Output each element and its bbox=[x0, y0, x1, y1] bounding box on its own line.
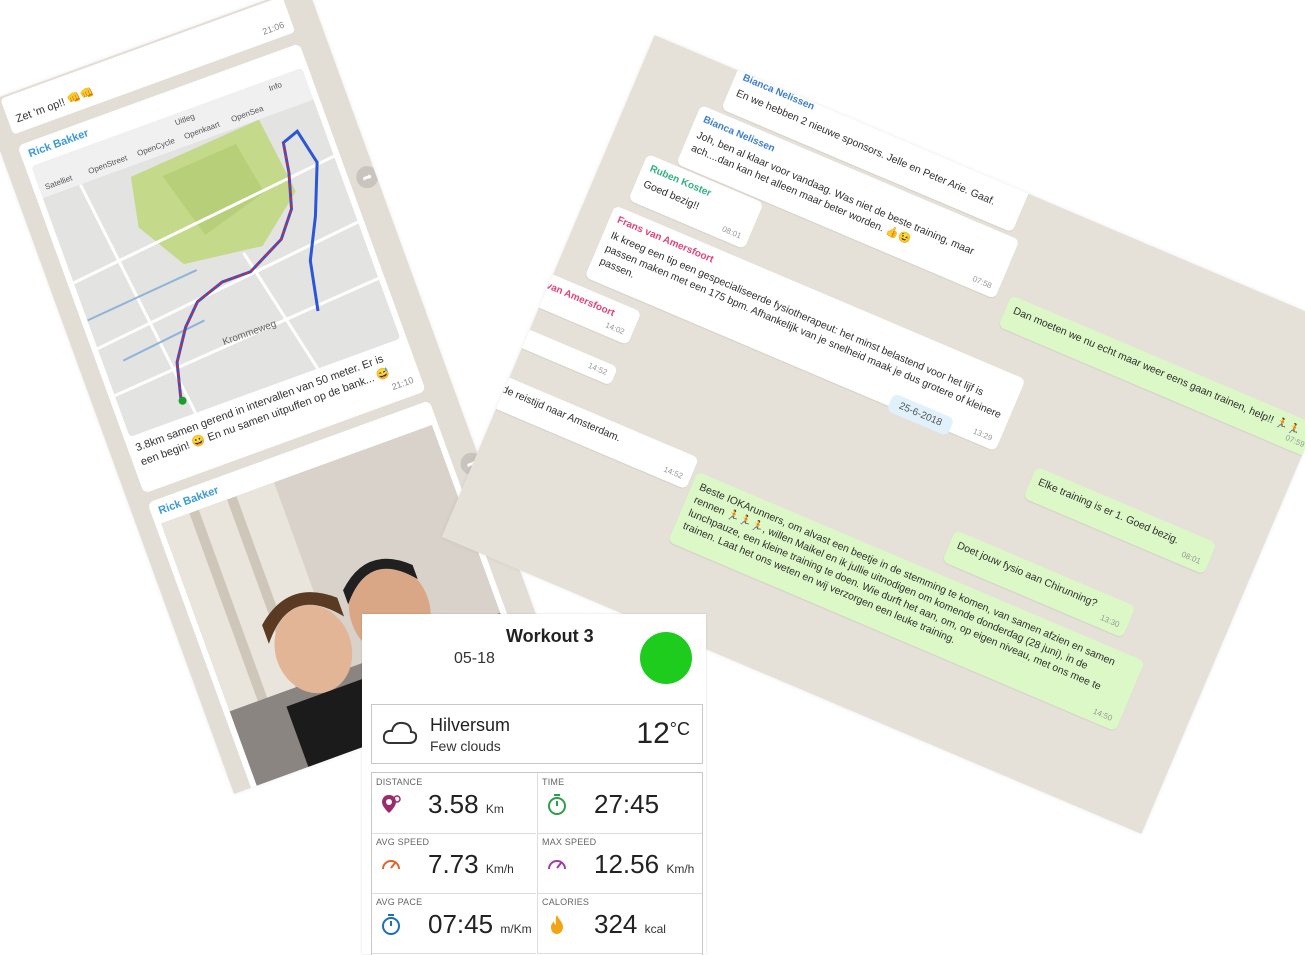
stat-value: 3.58 bbox=[428, 789, 479, 819]
weather-temperature: 12°C bbox=[636, 717, 690, 751]
stat-unit: kcal bbox=[644, 922, 666, 936]
stat-max-speed: MAX SPEED 12.56 Km/h bbox=[537, 833, 702, 894]
message-time: 13:29 bbox=[971, 426, 994, 443]
stat-unit: m/Km bbox=[500, 922, 532, 936]
stopwatch-icon bbox=[548, 794, 566, 815]
stat-unit: Km/h bbox=[485, 862, 514, 876]
message-time: 14:52 bbox=[586, 360, 609, 378]
stat-label: MAX SPEED bbox=[542, 837, 597, 847]
stat-label: TIME bbox=[542, 777, 565, 787]
stat-value-row: 12.56 Km/h bbox=[594, 849, 694, 880]
stat-value-row: 3.58 Km bbox=[428, 789, 504, 820]
message-time: 14:52 bbox=[662, 464, 685, 481]
forward-icon[interactable]: ➦ bbox=[353, 163, 382, 192]
message-text: Dan moeten we nu echt maar weer eens gaa… bbox=[1011, 304, 1303, 438]
stat-distance: DISTANCE 3.58 Km bbox=[372, 773, 536, 834]
stat-value: 12.56 bbox=[594, 849, 660, 879]
workout-summary-card: Workout 3 05-18 Hilversum Few clouds 12°… bbox=[362, 614, 706, 955]
cloud-icon bbox=[382, 721, 418, 744]
top-message-time: 21:06 bbox=[261, 19, 286, 37]
stat-label: DISTANCE bbox=[376, 777, 423, 787]
stat-value-row: 7.73 Km/h bbox=[428, 849, 514, 880]
weather-panel: Hilversum Few clouds 12°C bbox=[371, 704, 703, 764]
stat-value: 27:45 bbox=[594, 789, 660, 819]
workout-stats-grid: DISTANCE 3.58 Km TIME 27:45 AVG SPEED 7.… bbox=[371, 772, 703, 955]
stat-unit: Km bbox=[485, 802, 504, 816]
stat-value-row: 07:45 m/Km bbox=[428, 909, 532, 940]
stat-label: AVG SPEED bbox=[376, 837, 430, 847]
temperature-value: 12 bbox=[636, 717, 670, 750]
message-time: 14:50 bbox=[1091, 706, 1114, 723]
stat-value-row: 324 kcal bbox=[594, 909, 666, 940]
status-circle-button[interactable] bbox=[640, 632, 692, 684]
map-uitleg-label: Uitleg bbox=[173, 111, 196, 128]
temperature-unit: °C bbox=[669, 719, 690, 739]
message-time: 08:01 bbox=[1180, 549, 1203, 566]
message-text: de reistijd naar Amsterdam. bbox=[500, 383, 623, 445]
weather-description: Few clouds bbox=[430, 738, 501, 754]
stat-label: CALORIES bbox=[542, 897, 590, 907]
stat-unit: Km/h bbox=[666, 862, 695, 876]
outgoing-message-1[interactable]: Dan moeten we nu echt maar weer eens gaa… bbox=[998, 295, 1305, 458]
message-time: 07:59 bbox=[1283, 433, 1305, 450]
speedometer-icon bbox=[548, 860, 566, 870]
stat-value-row: 27:45 bbox=[594, 789, 659, 820]
message-time: 13:30 bbox=[1098, 613, 1121, 630]
message-time: 07:58 bbox=[971, 274, 994, 291]
stat-time: TIME 27:45 bbox=[537, 773, 702, 834]
location-pin-icon bbox=[382, 795, 401, 813]
stat-avg-speed: AVG SPEED 7.73 Km/h bbox=[372, 833, 536, 894]
stat-value: 324 bbox=[594, 909, 638, 939]
stat-value: 7.73 bbox=[428, 849, 479, 879]
top-message-text: Zet 'm op!! 👊👊 bbox=[14, 85, 96, 126]
speedometer-icon bbox=[382, 860, 400, 870]
workout-date: 05-18 bbox=[454, 650, 495, 667]
workout-title: Workout 3 bbox=[506, 626, 594, 646]
stat-avg-pace: AVG PACE 07:45 m/Km bbox=[372, 893, 536, 954]
weather-city: Hilversum bbox=[430, 715, 511, 735]
stat-calories: CALORIES 324 kcal bbox=[537, 893, 702, 954]
outgoing-message-2[interactable]: Elke training is er 1. Goed bezig. 08:01 bbox=[1023, 466, 1217, 575]
map-info-label: Info bbox=[267, 80, 284, 94]
chat-message-7[interactable]: de reistijd naar Amsterdam. 14:52 bbox=[486, 373, 699, 490]
stat-label: AVG PACE bbox=[376, 897, 423, 907]
flame-icon bbox=[551, 915, 563, 934]
message-text: Elke training is er 1. Goed bezig. bbox=[1036, 476, 1181, 547]
stat-value: 07:45 bbox=[428, 909, 494, 939]
stopwatch-icon bbox=[382, 914, 400, 935]
message-time: 08:01 bbox=[720, 224, 743, 241]
